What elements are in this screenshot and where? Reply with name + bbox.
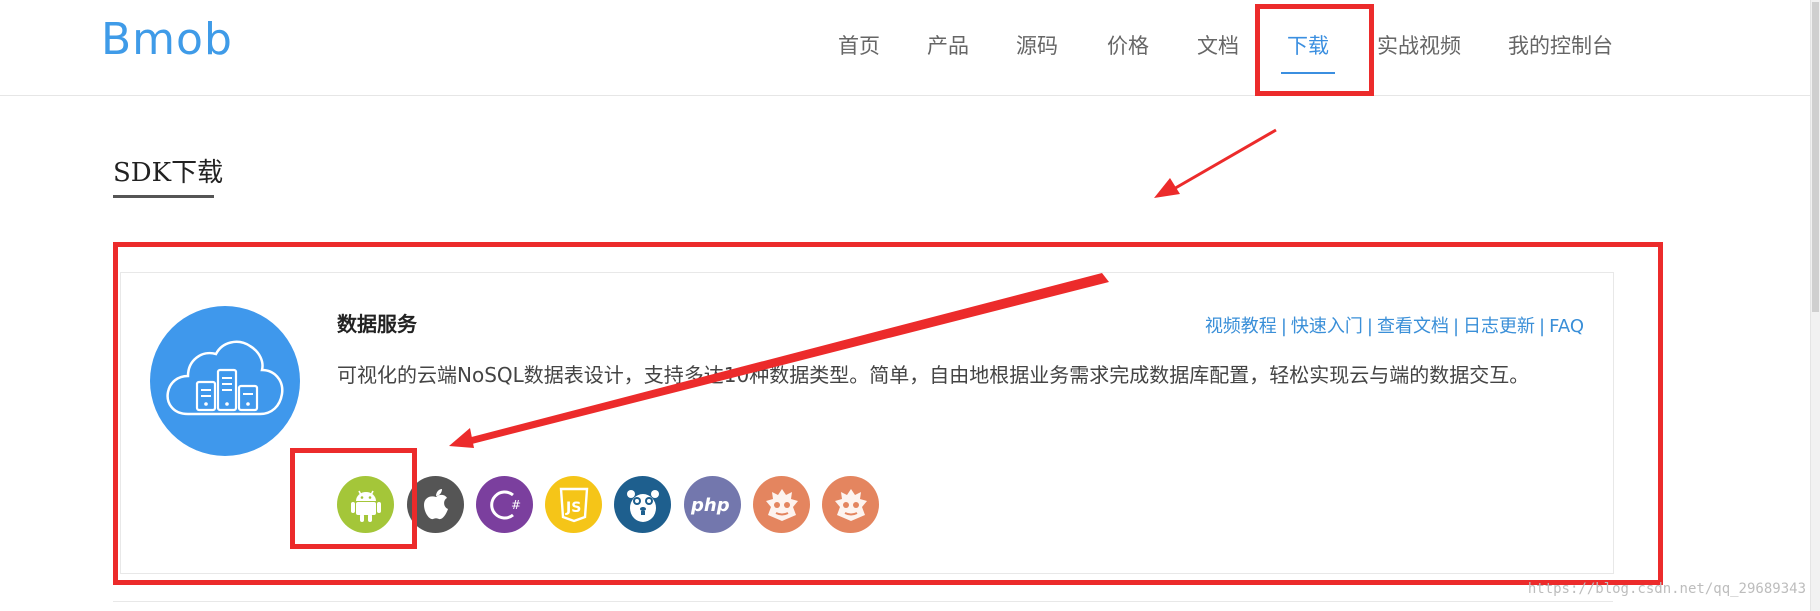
top-header: Bmob 首页 产品 源码 价格 文档 下载 实战视频 我的控制台: [0, 0, 1820, 96]
nav-item-home[interactable]: 首页: [838, 30, 880, 60]
nav-item-products[interactable]: 产品: [927, 30, 969, 60]
annotation-box-android: [290, 448, 417, 549]
main-nav: 首页 产品 源码 价格 文档 下载 实战视频 我的控制台: [0, 0, 1820, 95]
csdn-watermark: https://blog.csdn.net/qq_29689343: [1527, 581, 1806, 597]
nav-item-source[interactable]: 源码: [1016, 30, 1058, 60]
next-card-border: [113, 601, 1613, 602]
section-title: SDK下载: [113, 158, 224, 188]
section-title-underline: [113, 195, 214, 198]
page-scrollbar[interactable]: [1810, 0, 1820, 611]
nav-item-docs[interactable]: 文档: [1197, 30, 1239, 60]
nav-item-console[interactable]: 我的控制台: [1508, 30, 1613, 60]
nav-item-pricing[interactable]: 价格: [1107, 30, 1149, 60]
scrollbar-thumb[interactable]: [1812, 2, 1819, 312]
nav-item-videos[interactable]: 实战视频: [1377, 30, 1461, 60]
annotation-box-download: [1255, 4, 1374, 96]
